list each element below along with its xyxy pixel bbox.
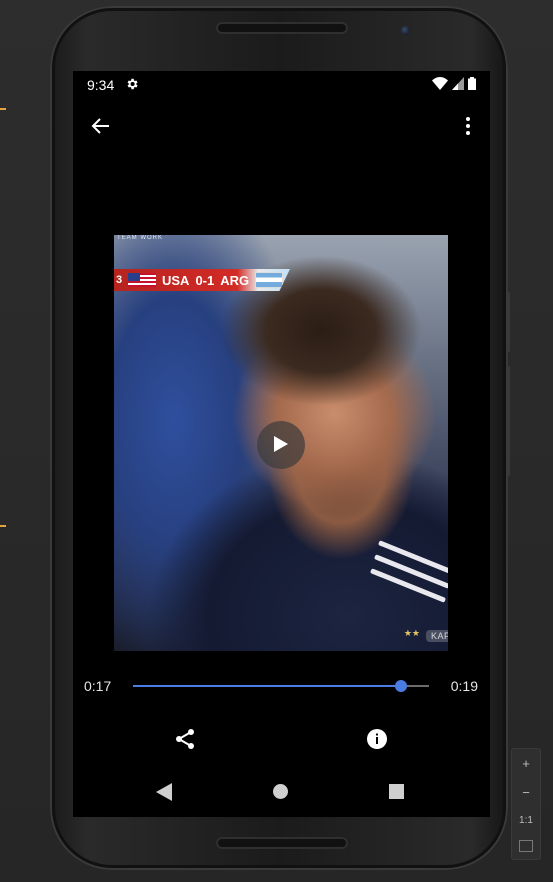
- match-score: 0-1: [195, 272, 215, 288]
- home-team: USA: [162, 272, 190, 288]
- away-team: ARG: [220, 272, 250, 288]
- jersey-stripe: [369, 568, 447, 603]
- front-camera: [401, 26, 410, 35]
- play-button[interactable]: [257, 421, 305, 469]
- kapwing-watermark: KAPWING: [425, 630, 448, 642]
- scoreboard-clock: 3: [116, 274, 123, 286]
- share-icon[interactable]: [173, 727, 197, 751]
- status-time: 9:34: [87, 77, 115, 93]
- bottom-speaker: [216, 837, 348, 849]
- arrow-back-icon[interactable]: [89, 114, 113, 138]
- current-time: 0:17: [84, 678, 112, 694]
- video-frame[interactable]: TEAM WORK 3 USA 0-1 ARG ★★ KAPWING: [114, 235, 448, 651]
- ide-marker: [0, 108, 6, 110]
- top-speaker: [216, 22, 348, 34]
- nav-home-icon[interactable]: [273, 784, 288, 799]
- zoom-in-button[interactable]: +: [512, 756, 540, 771]
- seek-bar[interactable]: [133, 680, 429, 692]
- wifi-icon: [432, 77, 448, 90]
- ide-marker: [0, 525, 6, 527]
- gear-icon: [127, 78, 138, 90]
- battery-icon: [468, 77, 476, 90]
- argentina-flag-icon: [255, 272, 284, 288]
- actual-size-button[interactable]: 1:1: [512, 815, 540, 826]
- volume-button[interactable]: [506, 366, 510, 476]
- nav-back-icon[interactable]: [156, 783, 172, 801]
- power-button[interactable]: [506, 292, 510, 352]
- status-icons: [432, 77, 476, 90]
- seek-thumb[interactable]: [394, 680, 407, 692]
- zoom-out-button[interactable]: −: [512, 785, 540, 800]
- scoreboard: 3 USA 0-1 ARG: [114, 269, 290, 291]
- channel-brand: TEAM WORK: [117, 235, 163, 241]
- fit-screen-icon: [519, 839, 533, 852]
- device-screen: 9:34 TEAM WORK 3 USA 0-1 ARG ★★ KAPWING: [73, 71, 490, 817]
- fit-screen-button[interactable]: [512, 839, 540, 852]
- seek-progress: [133, 685, 401, 687]
- nav-recents-icon[interactable]: [389, 784, 404, 799]
- watermark-stars: ★★: [403, 628, 420, 638]
- emulator-zoom-panel: + − 1:1: [511, 748, 541, 860]
- signal-icon: [452, 77, 464, 90]
- usa-flag-icon: [128, 273, 156, 287]
- play-icon: [274, 436, 288, 452]
- total-time: 0:19: [450, 678, 478, 694]
- more-vert-icon[interactable]: [464, 114, 472, 138]
- info-icon[interactable]: [365, 727, 389, 751]
